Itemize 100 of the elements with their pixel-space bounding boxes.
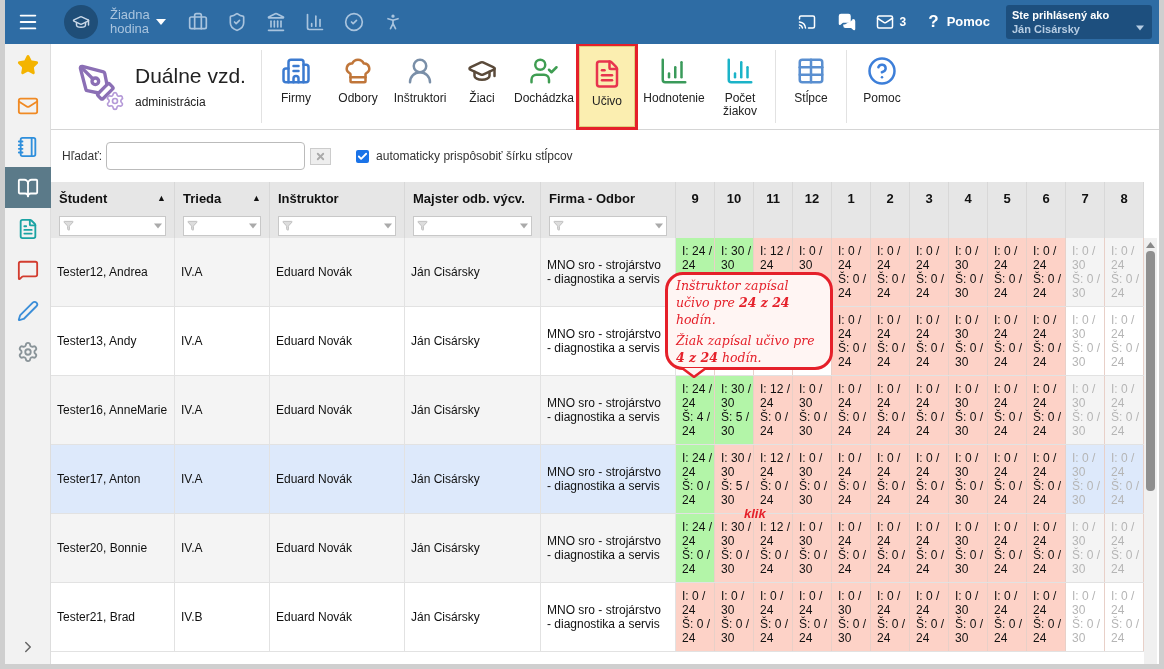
- student-hours: Š: 0 / 24: [1033, 548, 1062, 576]
- student-hours: Š: 0 / 24: [1111, 479, 1140, 507]
- student-hours: Š: 0 / 24: [1033, 479, 1062, 507]
- student-hours: Š: 0 / 24: [1033, 272, 1062, 300]
- instructor-hours: I: 0 / 24: [994, 589, 1019, 617]
- student-hours: Š: 0 / 24: [916, 617, 945, 645]
- instructor-hours: I: 0 / 24: [1111, 451, 1136, 479]
- instructor-hours: I: 30 / 30: [721, 382, 752, 410]
- student-hours: Š: 0 / 30: [955, 617, 984, 645]
- table-cell-text: Ján Cisársky: [411, 333, 480, 350]
- instructor-hours: I: 0 / 30: [955, 520, 980, 548]
- student-hours: Š: 0 / 24: [838, 548, 867, 576]
- checkbox-label: automaticky prispôsobiť šírku stĺpcov: [376, 147, 573, 165]
- instructor-hours: I: 0 / 24: [877, 382, 902, 410]
- table-cell-text: MNO sro - strojárstvo - diagnostika a servis: [547, 258, 662, 286]
- instructor-hours: I: 24 / 24: [682, 244, 713, 272]
- instructor-hours: I: 0 / 24: [877, 451, 902, 479]
- table-cell-text: Eduard Novák: [276, 264, 353, 281]
- table-cell-text: Ján Cisársky: [411, 402, 480, 419]
- instructor-hours: I: 30 / 30: [721, 451, 752, 479]
- student-hours: Š: 0 / 24: [1033, 341, 1062, 369]
- student-hours: Š: 0 / 30: [955, 272, 984, 300]
- instructor-hours: I: 0 / 30: [799, 244, 824, 272]
- table-cell-text: Eduard Novák: [276, 402, 353, 419]
- table-cell-text: Tester13, Andy: [57, 333, 137, 350]
- instructor-hours: I: 0 / 30: [955, 244, 980, 272]
- table-cell-text: IV.A: [181, 540, 203, 557]
- mail-count: 3: [899, 14, 907, 31]
- table-cell-text: IV.A: [181, 264, 203, 281]
- table-cell-text: Ján Cisársky: [411, 540, 480, 557]
- table-cell-text: IV.B: [181, 609, 203, 626]
- student-hours: Š: 0 / 24: [877, 479, 906, 507]
- instructor-hours: I: 0 / 30: [955, 589, 980, 617]
- student-hours: Š: 0 / 24: [760, 479, 789, 507]
- instructor-hours: I: 0 / 24: [838, 244, 863, 272]
- table-cell-text: Tester20, Bonnie: [57, 540, 148, 557]
- student-hours: Š: 0 / 30: [955, 479, 984, 507]
- student-hours: Š: 0 / 24: [838, 410, 867, 438]
- student-hours: Š: 0 / 24: [994, 617, 1023, 645]
- student-hours: Š: 0 / 24: [994, 341, 1023, 369]
- instructor-hours: I: 0 / 24: [1111, 520, 1136, 548]
- student-hours: Š: 0 / 24: [682, 617, 711, 645]
- instructor-hours: I: 0 / 24: [838, 313, 863, 341]
- instructor-hours: I: 0 / 24: [838, 520, 863, 548]
- table-cell-text: Eduard Novák: [276, 471, 353, 488]
- instructor-hours: I: 30 / 30: [721, 244, 752, 272]
- student-hours: Š: 0 / 24: [994, 479, 1023, 507]
- instructor-hours: I: 24 / 24: [682, 451, 713, 479]
- instructor-hours: I: 0 / 24: [1033, 244, 1058, 272]
- table-cell-text: MNO sro - strojárstvo - diagnostika a servis: [547, 534, 662, 562]
- instructor-hours: I: 0 / 30: [721, 589, 746, 617]
- student-hours: Š: 0 / 30: [838, 617, 867, 645]
- student-hours: Š: 0 / 24: [994, 272, 1023, 300]
- instructor-hours: I: 0 / 24: [760, 589, 785, 617]
- student-hours: Š: 0 / 30: [955, 548, 984, 576]
- student-hours: Š: 0 / 24: [877, 341, 906, 369]
- student-hours: Š: 0 / 24: [760, 410, 789, 438]
- instructor-hours: I: 0 / 24: [1111, 244, 1136, 272]
- instructor-hours: I: 0 / 30: [1072, 520, 1097, 548]
- instructor-hours: I: 12 / 24: [760, 244, 791, 272]
- instructor-hours: I: 0 / 30: [799, 520, 824, 548]
- table-cell-text: Tester12, Andrea: [57, 264, 148, 281]
- student-hours: Š: 5 / 30: [721, 410, 750, 438]
- student-hours: Š: 0 / 24: [682, 479, 711, 507]
- table-cell-text: MNO sro - strojárstvo - diagnostika a servis: [547, 396, 662, 424]
- student-hours: Š: 0 / 24: [799, 617, 828, 645]
- instructor-hours: I: 0 / 24: [916, 382, 941, 410]
- instructor-hours: I: 0 / 30: [799, 451, 824, 479]
- instructor-hours: I: 12 / 24: [760, 382, 791, 410]
- instructor-hours: I: 0 / 24: [877, 520, 902, 548]
- student-hours: Š: 0 / 30: [799, 548, 828, 576]
- student-hours: Š: 0 / 30: [1072, 479, 1101, 507]
- instructor-hours: I: 0 / 30: [1072, 244, 1097, 272]
- student-hours: Š: 0 / 24: [994, 548, 1023, 576]
- user-caption: Ste prihlásený ako: [1012, 8, 1110, 22]
- table-cell-text: IV.A: [181, 471, 203, 488]
- instructor-hours: I: 0 / 24: [1033, 451, 1058, 479]
- student-hours: Š: 0 / 24: [1111, 617, 1140, 645]
- table-cell-text: IV.A: [181, 402, 203, 419]
- table-cell-text: Eduard Novák: [276, 540, 353, 557]
- student-hours: Š: 0 / 24: [838, 272, 867, 300]
- student-hours: Š: 0 / 24: [1111, 548, 1140, 576]
- table-cell-text: Eduard Novák: [276, 333, 353, 350]
- module-title: Duálne vzd.: [135, 62, 246, 89]
- student-hours: Š: 0 / 24: [916, 272, 945, 300]
- student-hours: Š: 0 / 24: [838, 479, 867, 507]
- instructor-hours: I: 0 / 24: [916, 451, 941, 479]
- instructor-hours: I: 12 / 24: [760, 451, 791, 479]
- table-cell-text: Ján Cisársky: [411, 264, 480, 281]
- instructor-hours: I: 0 / 24: [994, 244, 1019, 272]
- student-hours: Š: 0 / 24: [838, 341, 867, 369]
- instructor-hours: I: 0 / 24: [1111, 313, 1136, 341]
- student-hours: Š: 0 / 24: [916, 479, 945, 507]
- table-cell-text: Ján Cisársky: [411, 471, 480, 488]
- instructor-hours: I: 0 / 24: [877, 244, 902, 272]
- instructor-hours: I: 0 / 30: [1072, 313, 1097, 341]
- instructor-hours: I: 0 / 24: [877, 313, 902, 341]
- student-hours: Š: 5 / 30: [721, 479, 750, 507]
- instructor-hours: I: 0 / 24: [799, 589, 824, 617]
- student-hours: Š: 0 / 24: [760, 617, 789, 645]
